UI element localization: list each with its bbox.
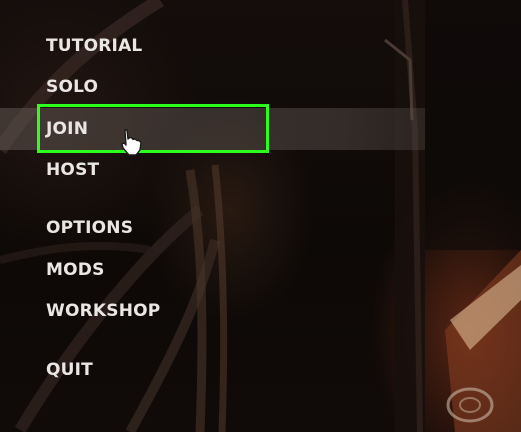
menu-item-tutorial[interactable]: TUTORIAL	[0, 25, 425, 67]
menu-item-host[interactable]: HOST	[0, 149, 425, 191]
menu-item-quit[interactable]: QUIT	[0, 349, 425, 391]
menu-item-join[interactable]: JOIN	[0, 108, 425, 150]
menu-item-workshop[interactable]: WORKSHOP	[0, 290, 425, 332]
menu-item-solo[interactable]: SOLO	[0, 66, 425, 108]
menu-item-options[interactable]: OPTIONS	[0, 207, 425, 249]
hand-pointer-icon	[121, 129, 142, 156]
main-menu-screen: TUTORIAL SOLO JOIN HOST OPTIONS MODS WOR…	[0, 0, 521, 432]
menu-item-mods[interactable]: MODS	[0, 249, 425, 291]
